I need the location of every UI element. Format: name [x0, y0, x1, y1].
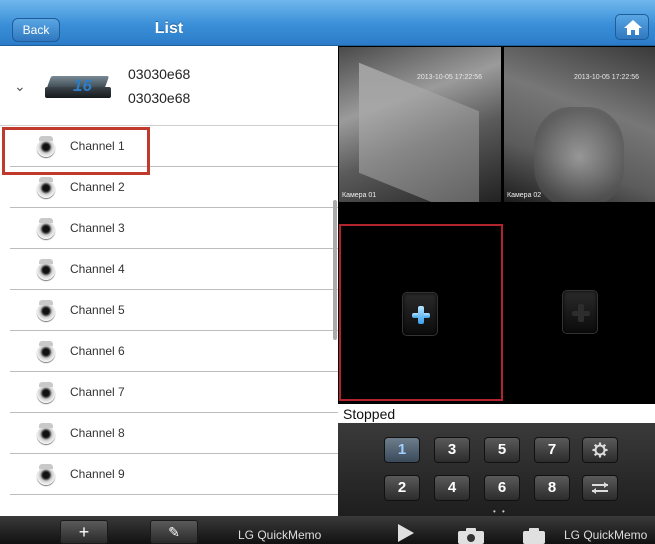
camera-icon: [37, 259, 55, 280]
camera-icon: [37, 177, 55, 198]
add-camera-button-disabled[interactable]: [562, 290, 598, 334]
dvr-channel-count-badge: 16: [73, 76, 92, 95]
camera-icon: [37, 464, 55, 485]
add-button[interactable]: +: [60, 520, 108, 544]
camera-icon: [37, 423, 55, 444]
status-bar: Stopped: [338, 404, 655, 423]
home-icon: [624, 20, 642, 35]
channel-button[interactable]: 8: [534, 475, 570, 501]
list-item[interactable]: Channel 8: [0, 413, 338, 454]
channel-label: Channel 7: [70, 385, 125, 399]
camera-name: Камера 01: [342, 192, 377, 199]
camera-icon: [37, 218, 55, 239]
channel-label: Channel 5: [70, 303, 125, 317]
add-camera-button[interactable]: [402, 292, 438, 336]
list-header: Back List: [0, 0, 338, 46]
snapshot-camera-icon[interactable]: [458, 528, 484, 544]
camera-icon: [37, 300, 55, 321]
camera-timestamp: 2013-10-05 17:22:56: [417, 74, 482, 81]
gear-icon: [592, 442, 608, 458]
scrollbar[interactable]: [333, 200, 337, 340]
camera-icon: [37, 382, 55, 403]
swap-arrows-icon: [592, 482, 608, 494]
page-indicator: • •: [493, 507, 507, 516]
device-row[interactable]: ⌄ 16 03030e68 03030e68: [0, 46, 338, 126]
page-title: List: [154, 20, 184, 37]
home-button[interactable]: [615, 14, 649, 40]
camera-icon: [37, 341, 55, 362]
list-item[interactable]: Channel 4: [0, 249, 338, 290]
channel-button[interactable]: 7: [534, 437, 570, 463]
channel-label: Channel 9: [70, 467, 125, 481]
list-item[interactable]: Channel 5: [0, 290, 338, 331]
device-name: 03030e68: [128, 66, 191, 82]
play-icon[interactable]: [398, 524, 414, 542]
channel-button[interactable]: 4: [434, 475, 470, 501]
channel-button[interactable]: 3: [434, 437, 470, 463]
channel-label: Channel 2: [70, 180, 125, 194]
device-list-panel: Back List ⌄ 16 03030e68 03030e68 Channel…: [0, 0, 338, 544]
channel-label: Channel 6: [70, 344, 125, 358]
camera-view-1[interactable]: 2013-10-05 17:22:56 Камера 01: [339, 47, 501, 202]
list-item[interactable]: Channel 6: [0, 331, 338, 372]
device-id: 03030e68: [128, 90, 191, 106]
channel-label: Channel 8: [70, 426, 125, 440]
video-record-icon[interactable]: [523, 528, 545, 544]
channel-button[interactable]: 2: [384, 475, 420, 501]
list-item[interactable]: Channel 3: [0, 208, 338, 249]
watermark-text: LG QuickMemo: [238, 528, 322, 542]
camera-view-2[interactable]: 2013-10-05 17:22:56 Камера 02: [504, 47, 655, 202]
channel-label: Channel 3: [70, 221, 125, 235]
channel-selector: 1 3 5 7 2 4 6 8 • •: [338, 423, 655, 516]
camera-name: Камера 02: [507, 192, 542, 199]
edit-button[interactable]: ✎: [150, 520, 198, 544]
channel-button[interactable]: 1: [384, 437, 420, 463]
channel-list: Channel 1 Channel 2 Channel 3 Channel 4 …: [0, 126, 338, 495]
camera-timestamp: 2013-10-05 17:22:56: [574, 74, 639, 81]
chevron-down-icon[interactable]: ⌄: [14, 78, 26, 95]
channel-label: Channel 4: [70, 262, 125, 276]
empty-view-slot[interactable]: [504, 224, 655, 401]
playback-status: Stopped: [343, 406, 396, 422]
selection-highlight: [2, 127, 150, 175]
empty-view-slot-selected[interactable]: [339, 224, 503, 401]
channel-button[interactable]: 6: [484, 475, 520, 501]
layout-toggle-button[interactable]: [582, 475, 618, 501]
live-view-header: [338, 0, 655, 46]
channel-button[interactable]: 5: [484, 437, 520, 463]
live-view-panel: 2013-10-05 17:22:56 Камера 01 2013-10-05…: [338, 0, 655, 544]
list-item[interactable]: Channel 7: [0, 372, 338, 413]
watermark-text: LG QuickMemo: [564, 528, 648, 542]
list-item[interactable]: Channel 9: [0, 454, 338, 495]
settings-button[interactable]: [582, 437, 618, 463]
